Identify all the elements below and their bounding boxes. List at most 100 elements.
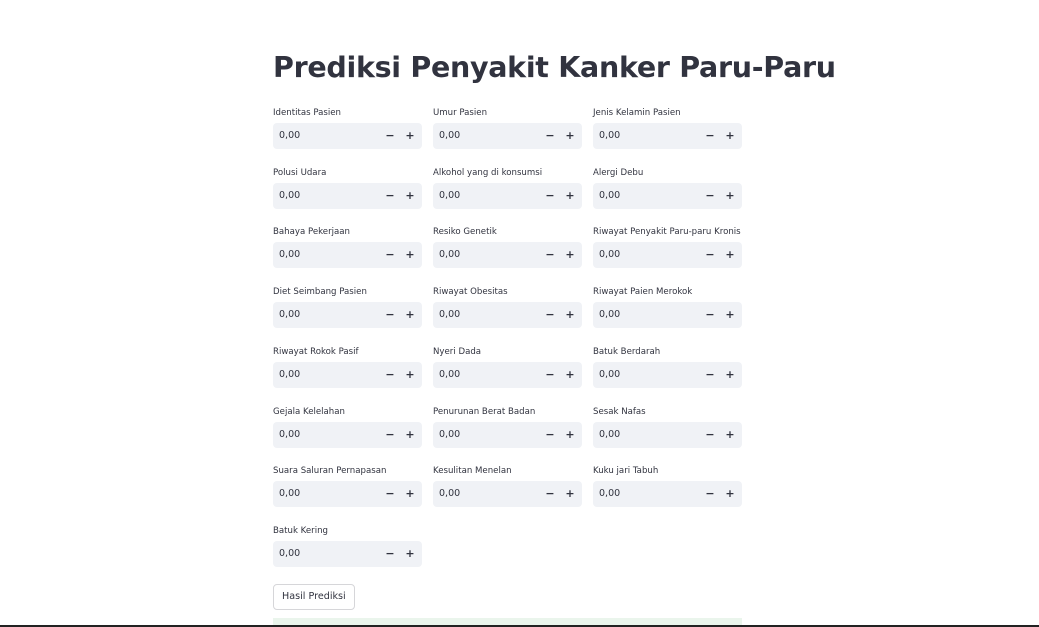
decrement-button[interactable]: − — [540, 481, 560, 507]
number-input-value[interactable]: 0,00 — [439, 422, 460, 448]
predict-button[interactable]: Hasil Prediksi — [273, 584, 355, 610]
number-input[interactable]: 0,00 − + — [273, 540, 422, 567]
increment-button[interactable]: + — [400, 123, 420, 149]
number-input[interactable]: 0,00 − + — [273, 361, 422, 388]
increment-button[interactable]: + — [560, 362, 580, 388]
increment-button[interactable]: + — [560, 302, 580, 328]
increment-button[interactable]: + — [720, 183, 740, 209]
number-input[interactable]: 0,00 − + — [593, 123, 742, 149]
number-input-value[interactable]: 0,00 — [279, 422, 300, 448]
decrement-button[interactable]: − — [380, 183, 400, 209]
increment-button[interactable]: + — [400, 481, 420, 507]
number-input-value[interactable]: 0,00 — [439, 183, 460, 209]
number-field: Jenis Kelamin Pasien 0,00 − + — [593, 107, 742, 167]
number-input[interactable]: 0,00 − + — [593, 302, 742, 329]
field-label: Umur Pasien — [433, 108, 488, 118]
number-field: Gejala Kelelahan 0,00 − + — [273, 406, 422, 466]
number-input-value[interactable]: 0,00 — [279, 362, 300, 388]
decrement-button[interactable]: − — [380, 422, 400, 448]
field-label: Alergi Debu — [593, 167, 644, 178]
number-input-value[interactable]: 0,00 — [439, 302, 460, 328]
decrement-button[interactable]: − — [380, 302, 400, 328]
field-label: Riwayat Penyakit Paru-paru Kronis — [593, 227, 741, 238]
increment-button[interactable]: + — [400, 302, 420, 328]
number-input-value[interactable]: 0,00 — [439, 362, 460, 388]
number-input[interactable]: 0,00 − + — [433, 361, 582, 388]
increment-button[interactable]: + — [400, 422, 420, 448]
decrement-button[interactable]: − — [540, 123, 560, 149]
number-field: Identitas Pasien 0,00 − + — [273, 107, 422, 167]
increment-button[interactable]: + — [560, 123, 580, 149]
increment-button[interactable]: + — [400, 541, 420, 567]
number-input[interactable]: 0,00 − + — [273, 302, 422, 329]
number-input[interactable]: 0,00 − + — [273, 242, 422, 269]
number-input-value[interactable]: 0,00 — [279, 302, 300, 328]
number-input-value[interactable]: 0,00 — [599, 422, 620, 448]
decrement-button[interactable]: − — [700, 481, 720, 507]
decrement-button[interactable]: − — [380, 123, 400, 149]
number-input[interactable]: 0,00 − + — [593, 182, 742, 209]
decrement-button[interactable]: − — [540, 302, 560, 328]
number-input-value[interactable]: 0,00 — [599, 362, 620, 388]
decrement-button[interactable]: − — [540, 422, 560, 448]
increment-button[interactable]: + — [720, 362, 740, 388]
number-input[interactable]: 0,00 − + — [593, 242, 742, 269]
decrement-button[interactable]: − — [700, 302, 720, 328]
increment-button[interactable]: + — [720, 481, 740, 507]
decrement-button[interactable]: − — [700, 123, 720, 149]
decrement-button[interactable]: − — [700, 242, 720, 268]
number-input-value[interactable]: 0,00 — [439, 481, 460, 507]
number-input[interactable]: 0,00 − + — [593, 481, 742, 508]
decrement-button[interactable]: − — [380, 362, 400, 388]
number-input[interactable]: 0,00 − + — [433, 182, 582, 209]
increment-button[interactable]: + — [560, 422, 580, 448]
decrement-button[interactable]: − — [540, 242, 560, 268]
number-input[interactable]: 0,00 − + — [433, 242, 582, 269]
field-label: Resiko Genetik — [433, 227, 497, 238]
number-input[interactable]: 0,00 − + — [433, 302, 582, 329]
increment-button[interactable]: + — [560, 242, 580, 268]
number-input-value[interactable]: 0,00 — [599, 242, 620, 268]
increment-button[interactable]: + — [720, 123, 740, 149]
field-label: Batuk Kering — [273, 525, 329, 536]
increment-button[interactable]: + — [720, 242, 740, 268]
increment-button[interactable]: + — [720, 422, 740, 448]
number-input-value[interactable]: 0,00 — [279, 541, 300, 567]
increment-button[interactable]: + — [560, 481, 580, 507]
decrement-button[interactable]: − — [380, 242, 400, 268]
number-input-value[interactable]: 0,00 — [279, 481, 300, 507]
increment-button[interactable]: + — [400, 362, 420, 388]
decrement-button[interactable]: − — [700, 422, 720, 448]
decrement-button[interactable]: − — [540, 183, 560, 209]
number-input[interactable]: 0,00 − + — [273, 182, 422, 209]
number-input-value[interactable]: 0,00 — [599, 302, 620, 328]
number-input-value[interactable]: 0,00 — [439, 123, 460, 149]
number-input[interactable]: 0,00 − + — [593, 421, 742, 448]
number-input-value[interactable]: 0,00 — [279, 183, 300, 209]
number-input-value[interactable]: 0,00 — [599, 123, 620, 149]
number-input-value[interactable]: 0,00 — [599, 183, 620, 209]
number-input[interactable]: 0,00 − + — [593, 361, 742, 388]
field-label: Diet Seimbang Pasien — [273, 287, 367, 298]
increment-button[interactable]: + — [560, 183, 580, 209]
decrement-button[interactable]: − — [700, 183, 720, 209]
increment-button[interactable]: + — [400, 183, 420, 209]
number-input[interactable]: 0,00 − + — [273, 481, 422, 508]
number-input[interactable]: 0,00 − + — [273, 123, 422, 149]
number-input-value[interactable]: 0,00 — [599, 481, 620, 507]
decrement-button[interactable]: − — [540, 362, 560, 388]
decrement-button[interactable]: − — [380, 541, 400, 567]
number-input[interactable]: 0,00 − + — [433, 123, 582, 149]
number-field: Nyeri Dada 0,00 − + — [433, 346, 582, 406]
decrement-button[interactable]: − — [380, 481, 400, 507]
number-input[interactable]: 0,00 − + — [433, 481, 582, 508]
number-input[interactable]: 0,00 − + — [433, 421, 582, 448]
number-input[interactable]: 0,00 − + — [273, 421, 422, 448]
number-input-value[interactable]: 0,00 — [279, 242, 300, 268]
decrement-button[interactable]: − — [700, 362, 720, 388]
number-field: Alergi Debu 0,00 − + — [593, 167, 742, 227]
number-input-value[interactable]: 0,00 — [279, 123, 300, 149]
number-input-value[interactable]: 0,00 — [439, 242, 460, 268]
increment-button[interactable]: + — [400, 242, 420, 268]
increment-button[interactable]: + — [720, 302, 740, 328]
